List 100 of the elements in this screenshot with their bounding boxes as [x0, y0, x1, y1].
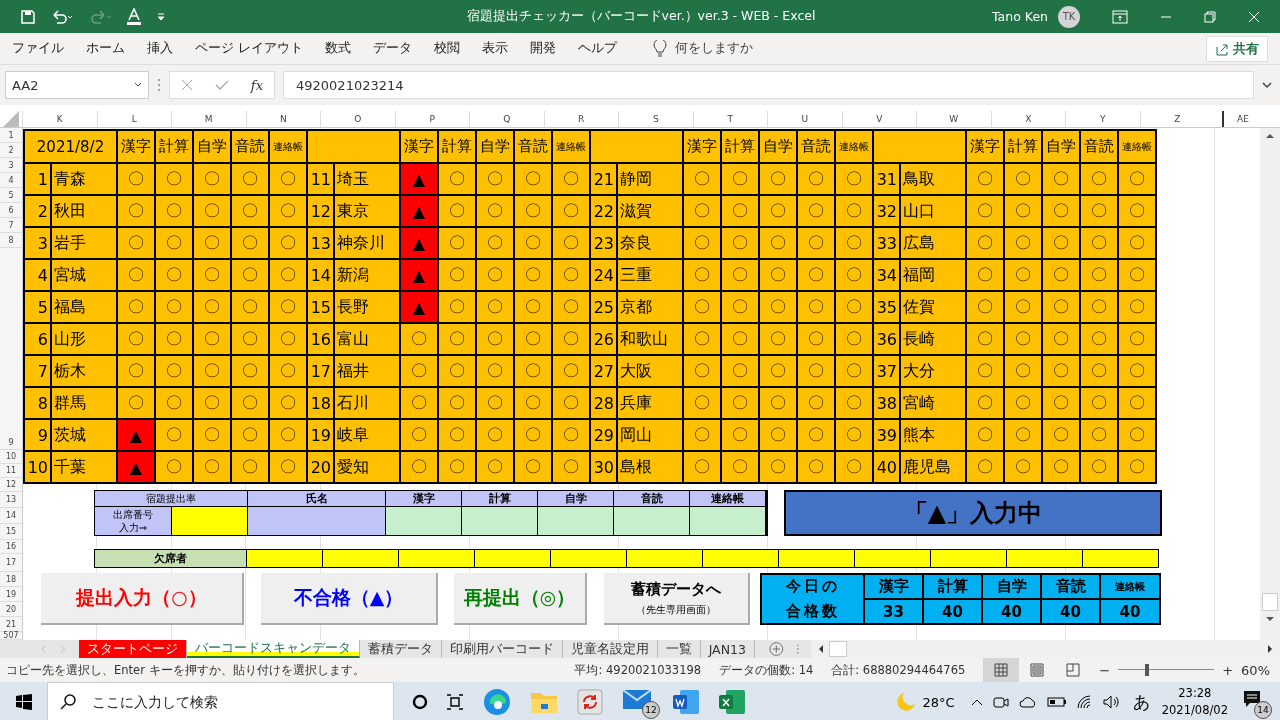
student-name: 山形	[52, 324, 116, 354]
mark-cell: 〇	[836, 324, 872, 354]
mark-cell: 〇	[722, 292, 758, 322]
action-button[interactable]: 蓄積データへ （先生専用画面）	[604, 573, 750, 625]
ribbon-tab[interactable]: ホーム	[86, 40, 125, 57]
row-header[interactable]: 14	[0, 508, 22, 524]
row-header[interactable]: 20	[0, 602, 22, 617]
mark-cell: 〇	[1081, 420, 1117, 450]
row-header[interactable]: 7	[0, 218, 22, 233]
mark-cell: 〇	[760, 228, 796, 258]
zoom-level[interactable]: 60%	[1241, 662, 1270, 678]
column-header[interactable]: U	[767, 111, 842, 127]
insert-function-button[interactable]: fx	[250, 77, 263, 93]
mark-cell: 〇	[1119, 420, 1155, 450]
ribbon-tab[interactable]: 挿入	[147, 40, 173, 57]
mark-cell: 〇	[232, 356, 268, 386]
row-header[interactable]: 8	[0, 233, 22, 248]
zoom-out-button[interactable]: −	[1099, 662, 1111, 678]
formula-field[interactable]: 4920021023214	[283, 71, 1254, 99]
column-heading: 連絡帳	[270, 131, 306, 162]
column-heading: 計算	[439, 131, 475, 162]
row-header[interactable]: 18	[0, 572, 22, 587]
mark-cell: 〇	[967, 388, 1003, 418]
student-number: 14	[308, 260, 333, 290]
row-header[interactable]: 16	[0, 540, 22, 554]
mark-cell: 〇	[798, 420, 834, 450]
row-header[interactable]: 17	[0, 554, 22, 572]
row-header[interactable]: 6	[0, 203, 22, 218]
column-header[interactable]: L	[96, 111, 171, 127]
column-header[interactable]: M	[171, 111, 246, 127]
share-button[interactable]: 共有	[1206, 35, 1268, 62]
column-header[interactable]: K	[22, 111, 97, 127]
row-header[interactable]: 2	[0, 143, 22, 158]
mark-cell: ▲	[401, 292, 437, 322]
column-header[interactable]: V	[841, 111, 916, 127]
user-avatar[interactable]: TK	[1058, 5, 1080, 28]
mark-cell: 〇	[836, 228, 872, 258]
sheet-tab[interactable]: バーコードスキャンデータ	[186, 640, 360, 658]
column-header[interactable]: O	[320, 111, 395, 127]
mark-cell: 〇	[760, 196, 796, 226]
column-header[interactable]: W	[916, 111, 991, 127]
column-header[interactable]: Y	[1065, 111, 1140, 127]
average-readout: 平均: 4920021033198	[574, 662, 702, 678]
student-number: 16	[308, 324, 333, 354]
clock-date[interactable]: 2021/08/02	[1161, 702, 1228, 720]
row-header[interactable]: 21	[0, 617, 22, 632]
row-header[interactable]: 15	[0, 524, 22, 540]
mark-cell: 〇	[722, 196, 758, 226]
input-method-indicator[interactable]: あ	[1132, 690, 1150, 714]
ribbon-tab[interactable]: ヘルプ	[578, 40, 617, 57]
ribbon-tab[interactable]: データ	[373, 40, 412, 57]
row-header[interactable]: 9	[0, 436, 22, 450]
column-header[interactable]: S	[618, 111, 693, 127]
column-heading: 計算	[1005, 131, 1041, 162]
ribbon-tab[interactable]: ファイル	[12, 40, 64, 57]
row-header[interactable]: 3	[0, 158, 22, 173]
mark-cell: 〇	[270, 356, 306, 386]
sheet-tab[interactable]: スタートページ	[78, 640, 187, 658]
ribbon-tab[interactable]: 校閲	[434, 40, 460, 57]
ribbon-tab[interactable]: 数式	[325, 40, 351, 57]
student-number: 13	[308, 228, 333, 258]
column-header[interactable]: X	[990, 111, 1065, 127]
zoom-in-button[interactable]: +	[1222, 662, 1234, 678]
ribbon-tab[interactable]: 開発	[530, 40, 556, 57]
row-header[interactable]: 1	[0, 128, 22, 143]
action-button[interactable]: 再提出（◎）	[454, 573, 587, 625]
mark-cell: 〇	[836, 452, 872, 482]
subject-heading: 自学	[538, 491, 613, 506]
row-header[interactable]: 19	[0, 587, 22, 602]
taskbar-search-field[interactable]: ここに入力して検索	[47, 682, 394, 720]
mark-cell: 〇	[722, 356, 758, 386]
action-button[interactable]: 不合格（▲）	[261, 573, 438, 625]
name-box[interactable]: AA2	[5, 71, 149, 99]
row-header[interactable]: 12	[0, 478, 22, 492]
ribbon-tab[interactable]: 表示	[482, 40, 508, 57]
column-header[interactable]: P	[394, 111, 469, 127]
row-header[interactable]: 5	[0, 188, 22, 203]
mark-cell: 〇	[553, 196, 589, 226]
mark-cell: 〇	[798, 452, 834, 482]
mark-cell: 〇	[967, 196, 1003, 226]
mark-cell: 〇	[270, 324, 306, 354]
student-number: 22	[591, 196, 616, 226]
tally-count: 40	[1042, 600, 1099, 623]
mark-cell: 〇	[553, 260, 589, 290]
column-header[interactable]: N	[245, 111, 320, 127]
tell-me-field[interactable]: 何をしますか	[675, 40, 753, 57]
student-name: 佐賀	[901, 292, 965, 322]
temperature[interactable]: 28°C	[922, 694, 955, 710]
row-header[interactable]: 11	[0, 464, 22, 478]
clock-time[interactable]: 23:28	[1178, 684, 1212, 702]
row-header[interactable]: 10	[0, 450, 22, 464]
mark-cell: 〇	[798, 228, 834, 258]
column-header[interactable]: Z	[1139, 111, 1214, 127]
ribbon-tab[interactable]: ページ レイアウト	[195, 40, 303, 57]
column-header[interactable]: R	[543, 111, 618, 127]
row-header[interactable]: 13	[0, 492, 22, 508]
column-header[interactable]: T	[692, 111, 767, 127]
row-header[interactable]: 4	[0, 173, 22, 188]
column-header[interactable]: Q	[469, 111, 544, 127]
column-heading: 自学	[194, 131, 230, 162]
